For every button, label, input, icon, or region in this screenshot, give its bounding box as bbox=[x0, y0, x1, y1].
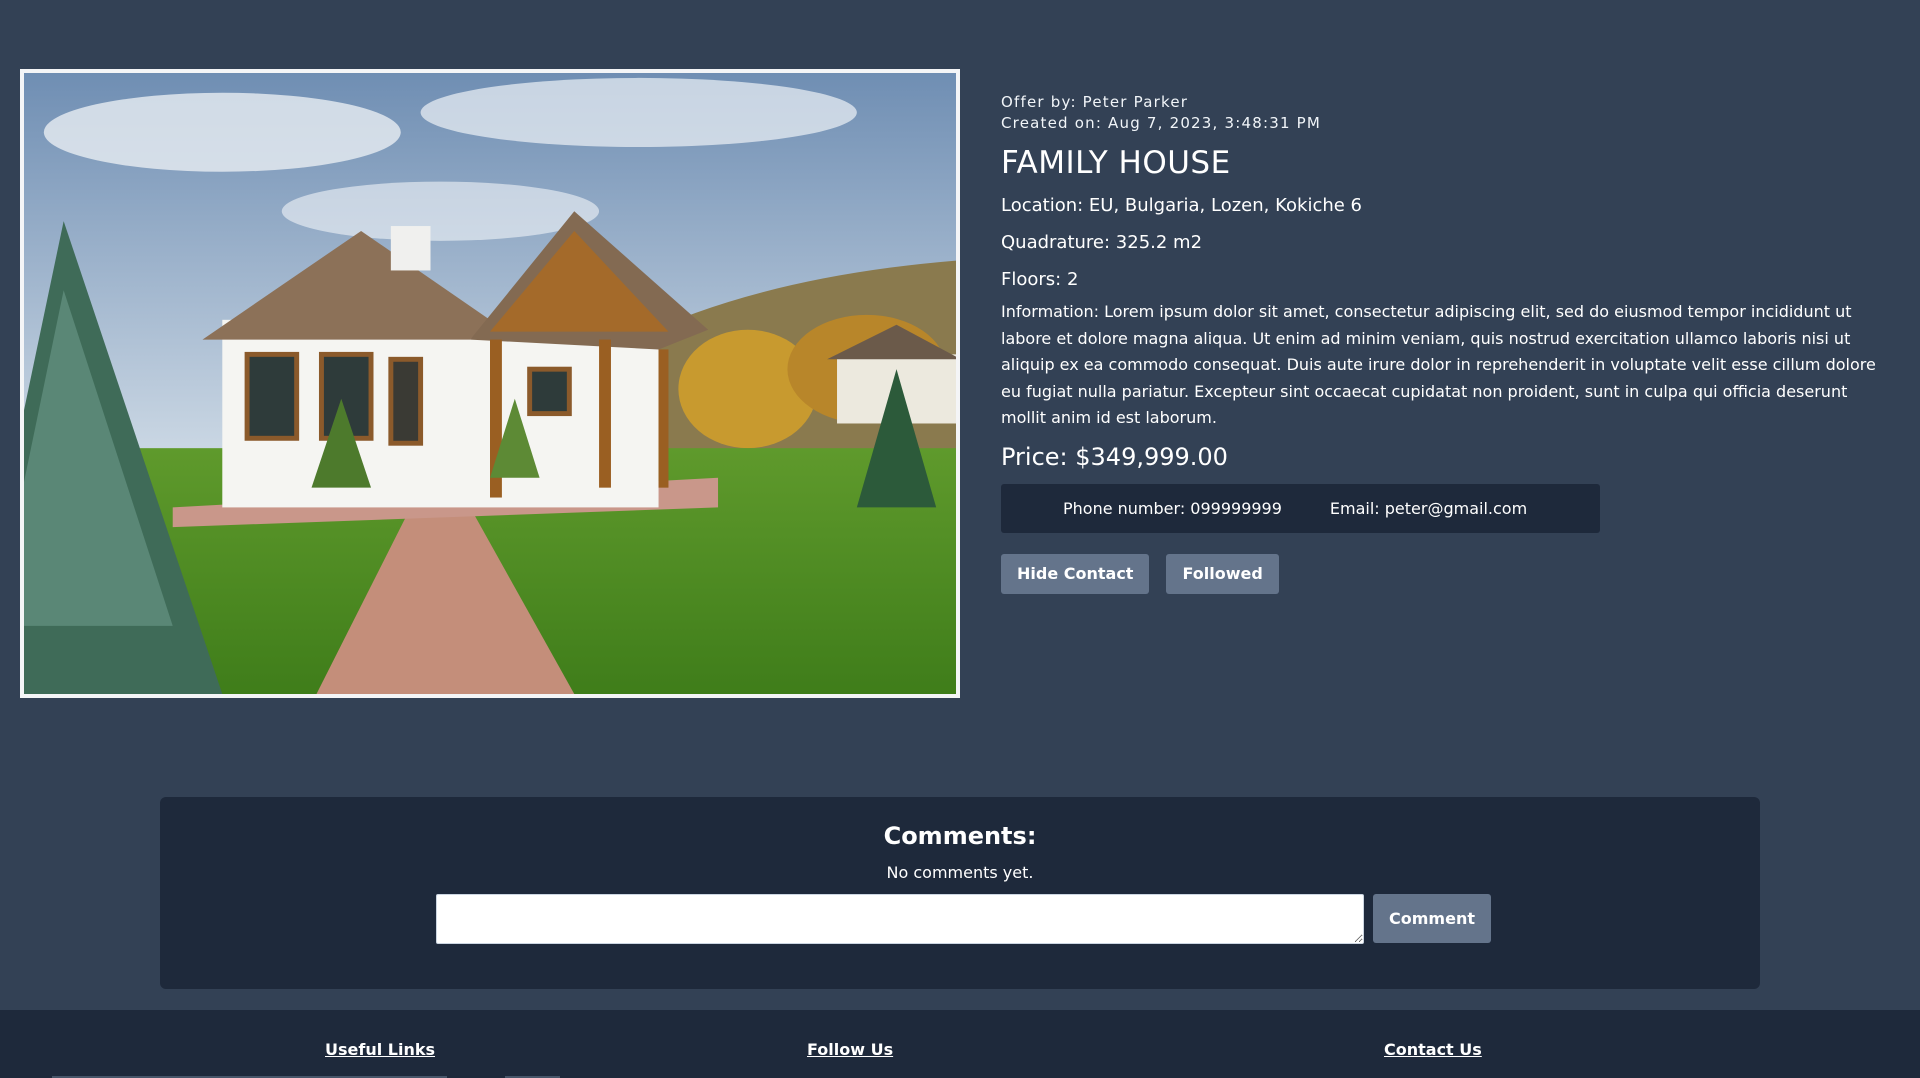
offer-image bbox=[20, 69, 960, 698]
footer: Useful Links Follow Us Contact Us bbox=[0, 1010, 1920, 1078]
footer-useful-links[interactable]: Useful Links bbox=[325, 1040, 435, 1059]
offer-floors: Floors: 2 bbox=[1001, 269, 1079, 290]
no-comments-text: No comments yet. bbox=[886, 863, 1034, 882]
contact-box: Phone number: 099999999 Email: peter@gma… bbox=[1001, 483, 1600, 533]
offer-price: Price: $349,999.00 bbox=[1001, 442, 1228, 471]
comments-section: Comments: No comments yet. Comment bbox=[160, 797, 1760, 989]
followed-button[interactable]: Followed bbox=[1166, 553, 1279, 594]
offer-information: Information: Lorem ipsum dolor sit amet,… bbox=[1001, 302, 1876, 427]
offer-location: Location: EU, Bulgaria, Lozen, Kokiche 6 bbox=[1001, 195, 1362, 216]
comment-input[interactable] bbox=[436, 894, 1364, 944]
comments-title: Comments: bbox=[883, 822, 1037, 850]
house-photo bbox=[24, 73, 956, 694]
offer-title: FAMILY HOUSE bbox=[1001, 145, 1231, 181]
offer-quadrature: Quadrature: 325.2 m2 bbox=[1001, 232, 1203, 253]
contact-phone: Phone number: 099999999 bbox=[1063, 498, 1282, 518]
hide-contact-button[interactable]: Hide Contact bbox=[1001, 553, 1150, 594]
offer-actions: Hide Contact Followed bbox=[1001, 553, 1891, 594]
footer-contact-us[interactable]: Contact Us bbox=[1384, 1040, 1482, 1059]
comment-button[interactable]: Comment bbox=[1373, 894, 1491, 943]
offer-details: Offer by: Peter Parker Created on: Aug 7… bbox=[1001, 92, 1891, 594]
offered-by: Offer by: Peter Parker bbox=[1001, 93, 1189, 111]
footer-follow-us[interactable]: Follow Us bbox=[807, 1040, 893, 1059]
created-on: Created on: Aug 7, 2023, 3:48:31 PM bbox=[1001, 114, 1322, 132]
contact-email: Email: peter@gmail.com bbox=[1329, 498, 1528, 518]
offer-details-page: Offer by: Peter Parker Created on: Aug 7… bbox=[0, 0, 1920, 1078]
